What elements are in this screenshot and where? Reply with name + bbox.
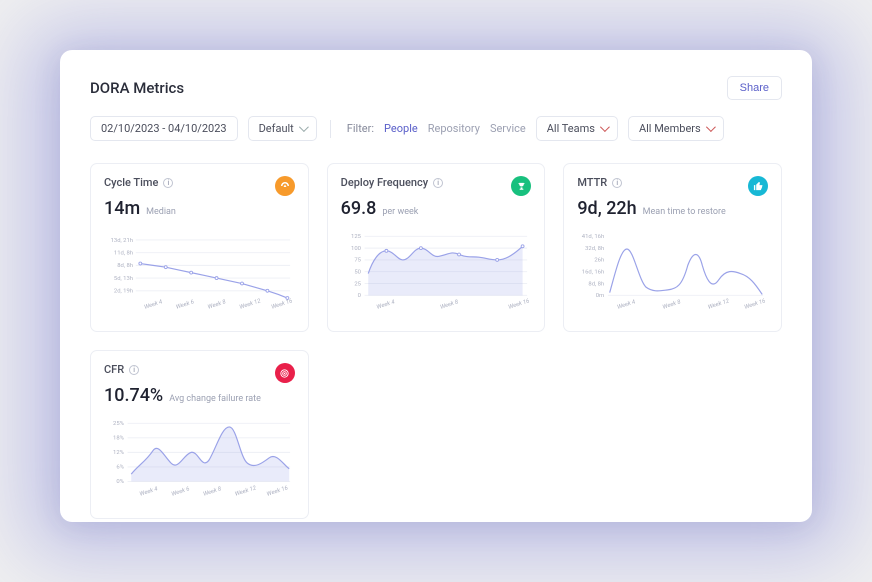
chart-cycle-time: 13d, 21h 11d, 8h 8d, 8h 5d, 13h 2d, 19h … — [104, 219, 295, 319]
info-icon[interactable]: i — [129, 365, 139, 375]
svg-text:Week 8: Week 8 — [439, 299, 459, 311]
svg-text:18%: 18% — [113, 436, 125, 442]
info-icon[interactable]: i — [163, 178, 173, 188]
svg-text:Week 6: Week 6 — [171, 486, 191, 497]
svg-text:Week 4: Week 4 — [144, 299, 164, 311]
svg-text:Week 8: Week 8 — [207, 299, 227, 311]
share-button[interactable]: Share — [727, 76, 782, 100]
card-cfr[interactable]: CFR i 10.74% Avg change failure rate 25%… — [90, 350, 309, 519]
card-sublabel: Mean time to restore — [643, 207, 726, 217]
svg-text:Week 6: Week 6 — [175, 299, 195, 310]
gauge-icon — [275, 176, 295, 196]
card-value: 9d, 22h — [577, 198, 636, 219]
svg-text:Week 4: Week 4 — [139, 486, 159, 498]
chart-mttr: 41d, 16h 32d, 8h 26h 16d, 16h 8d, 8h 0m … — [577, 219, 768, 319]
svg-text:Week 16: Week 16 — [507, 298, 530, 310]
chevron-down-icon — [600, 122, 610, 132]
svg-text:0m: 0m — [596, 293, 604, 299]
svg-text:0: 0 — [357, 293, 360, 299]
card-title-text: Cycle Time — [104, 176, 158, 189]
svg-text:8d, 8h: 8d, 8h — [117, 263, 133, 269]
trophy-icon — [511, 176, 531, 196]
members-label: All Members — [639, 122, 701, 135]
thumbs-up-icon — [748, 176, 768, 196]
filter-bar: 02/10/2023 - 04/10/2023 Default Filter: … — [90, 116, 782, 141]
svg-text:11d, 8h: 11d, 8h — [114, 250, 133, 256]
svg-text:Week 16: Week 16 — [744, 298, 767, 310]
svg-text:Week 12: Week 12 — [234, 485, 257, 498]
filter-label: Filter: — [347, 122, 374, 135]
svg-text:Week 16: Week 16 — [271, 298, 294, 310]
svg-text:2d, 19h: 2d, 19h — [114, 289, 133, 295]
teams-label: All Teams — [547, 122, 595, 135]
page-title: DORA Metrics — [90, 79, 184, 97]
card-value: 14m — [104, 198, 140, 219]
svg-text:Week 8: Week 8 — [662, 299, 682, 311]
svg-text:8d, 8h: 8d, 8h — [589, 281, 605, 287]
svg-text:6%: 6% — [116, 465, 124, 471]
preset-selector[interactable]: Default — [248, 116, 317, 141]
members-selector[interactable]: All Members — [628, 116, 724, 141]
svg-text:32d, 8h: 32d, 8h — [585, 246, 604, 252]
svg-text:26h: 26h — [595, 258, 605, 264]
svg-text:0%: 0% — [116, 479, 124, 485]
svg-text:25: 25 — [354, 281, 361, 287]
card-title-text: MTTR — [577, 176, 607, 189]
chart-cfr: 25% 18% 12% 6% 0% Week 4 Week 6 Week 8 W… — [104, 406, 295, 506]
card-title: Deploy Frequency i — [341, 176, 443, 189]
card-title-text: CFR — [104, 363, 124, 376]
chevron-down-icon — [299, 122, 309, 132]
target-icon — [275, 363, 295, 383]
svg-text:16d, 16h: 16d, 16h — [582, 270, 604, 276]
filter-option-people[interactable]: People — [384, 122, 418, 135]
card-cycle-time[interactable]: Cycle Time i 14m Median 13d, 21h 11d, 8h… — [90, 163, 309, 332]
chart-deploy-frequency: 125 100 75 50 25 0 Week 4 Week 8 Week 16 — [341, 219, 532, 319]
svg-text:125: 125 — [351, 234, 362, 240]
card-title: CFR i — [104, 363, 139, 376]
svg-text:Week 8: Week 8 — [203, 486, 223, 498]
svg-text:Week 12: Week 12 — [239, 298, 262, 311]
svg-text:Week 12: Week 12 — [708, 298, 731, 311]
card-sublabel: per week — [382, 207, 418, 217]
card-deploy-frequency[interactable]: Deploy Frequency i 69.8 per week 125 100… — [327, 163, 546, 332]
svg-text:Week 16: Week 16 — [266, 485, 289, 497]
svg-text:5d, 13h: 5d, 13h — [114, 276, 133, 282]
svg-text:50: 50 — [354, 270, 361, 276]
info-icon[interactable]: i — [433, 178, 443, 188]
svg-text:13d, 21h: 13d, 21h — [111, 238, 133, 244]
card-value: 10.74% — [104, 385, 163, 406]
filter-option-repository[interactable]: Repository — [428, 122, 480, 135]
card-value: 69.8 — [341, 198, 377, 219]
card-mttr[interactable]: MTTR i 9d, 22h Mean time to restore 41d,… — [563, 163, 782, 332]
svg-text:12%: 12% — [113, 450, 125, 456]
date-range-picker[interactable]: 02/10/2023 - 04/10/2023 — [90, 116, 238, 141]
svg-text:75: 75 — [354, 258, 361, 264]
dashboard-panel: DORA Metrics Share 02/10/2023 - 04/10/20… — [60, 50, 812, 522]
filter-option-service[interactable]: Service — [490, 122, 526, 135]
svg-text:100: 100 — [351, 246, 361, 252]
card-title: MTTR i — [577, 176, 622, 189]
card-title: Cycle Time i — [104, 176, 173, 189]
teams-selector[interactable]: All Teams — [536, 116, 618, 141]
svg-text:Week 4: Week 4 — [376, 299, 396, 311]
date-range-value: 02/10/2023 - 04/10/2023 — [101, 122, 227, 135]
info-icon[interactable]: i — [612, 178, 622, 188]
svg-text:Week 4: Week 4 — [617, 299, 637, 311]
svg-text:25%: 25% — [113, 421, 125, 427]
chevron-down-icon — [706, 122, 716, 132]
card-title-text: Deploy Frequency — [341, 176, 428, 189]
preset-label: Default — [259, 122, 294, 135]
card-sublabel: Avg change failure rate — [169, 394, 261, 404]
card-sublabel: Median — [146, 207, 176, 217]
svg-text:41d, 16h: 41d, 16h — [582, 234, 604, 240]
divider — [330, 120, 331, 138]
